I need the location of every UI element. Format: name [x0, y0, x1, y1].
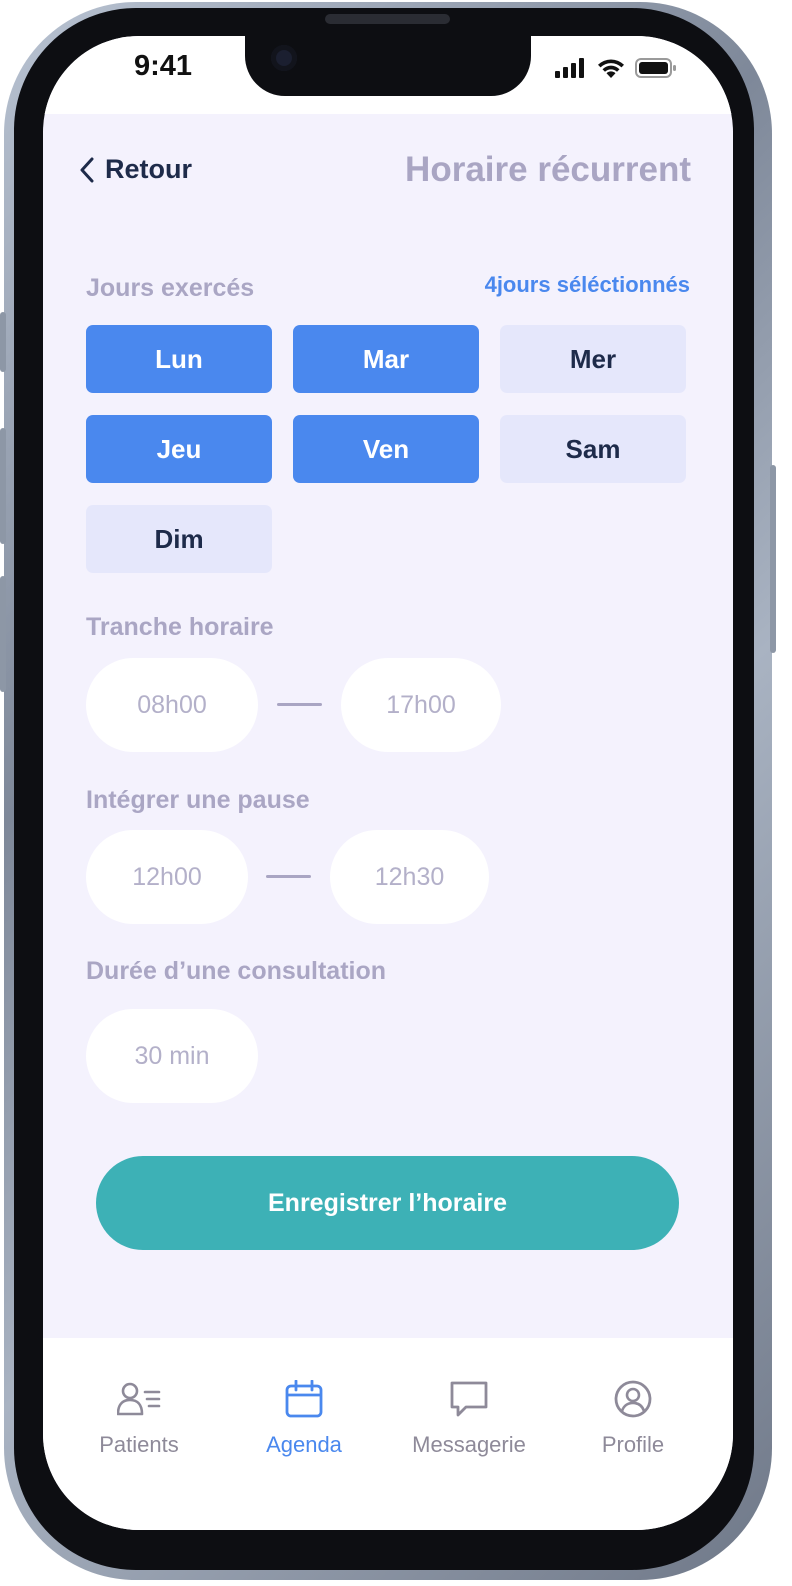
day-toggle-mar[interactable]: Mar	[293, 325, 479, 393]
pause-label: Intégrer une pause	[86, 786, 310, 814]
speaker-grille	[325, 14, 450, 24]
consultation-duration-label: Durée d’une consultation	[86, 957, 387, 985]
cellular-signal-icon	[555, 58, 584, 78]
tab-profile-label: Profile	[601, 1432, 665, 1457]
status-icons	[555, 58, 677, 78]
user-circle-icon	[614, 1380, 652, 1418]
tab-patients[interactable]: Patients	[59, 1380, 219, 1458]
tab-messagerie[interactable]: Messagerie	[389, 1380, 549, 1458]
pause-start-input[interactable]: 12h00	[86, 830, 248, 924]
back-label: Retour	[105, 154, 192, 184]
wifi-icon	[598, 59, 624, 78]
power-button	[770, 465, 776, 653]
time-range-label: Tranche horaire	[86, 613, 274, 641]
app-screen: 9:41 Retour Horaire récurrent Jours exer…	[43, 36, 733, 1530]
battery-icon	[635, 58, 676, 78]
tab-bar: Patients Agenda Messagerie Profile	[43, 1338, 733, 1530]
front-camera	[271, 45, 297, 71]
selected-days-count: 4jours séléctionnés	[484, 272, 690, 297]
consultation-duration-input[interactable]: 30 min	[86, 1009, 258, 1103]
start-time-input[interactable]: 08h00	[86, 658, 258, 752]
day-toggle-ven[interactable]: Ven	[293, 415, 479, 483]
page-title: Horaire récurrent	[405, 150, 691, 189]
back-button[interactable]: Retour	[79, 154, 192, 185]
pause-end-input[interactable]: 12h30	[330, 830, 489, 924]
tab-patients-label: Patients	[99, 1432, 179, 1457]
day-toggle-lun[interactable]: Lun	[86, 325, 272, 393]
tab-messagerie-label: Messagerie	[412, 1432, 526, 1457]
volume-down-button	[0, 576, 6, 692]
calendar-icon	[285, 1380, 323, 1418]
status-time: 9:41	[134, 50, 193, 82]
day-toggle-sam[interactable]: Sam	[500, 415, 686, 483]
save-schedule-button[interactable]: Enregistrer l’horaire	[96, 1156, 679, 1250]
days-section-label: Jours exercés	[86, 274, 255, 302]
action-button	[0, 312, 6, 372]
tab-agenda-label: Agenda	[266, 1432, 342, 1457]
end-time-input[interactable]: 17h00	[341, 658, 501, 752]
tab-agenda[interactable]: Agenda	[224, 1380, 384, 1458]
tab-profile[interactable]: Profile	[553, 1380, 713, 1458]
chevron-left-icon	[80, 157, 94, 182]
chat-bubble-icon	[450, 1381, 488, 1417]
volume-up-button	[0, 428, 6, 544]
pause-separator	[266, 875, 311, 878]
patients-icon	[117, 1382, 161, 1416]
day-toggle-dim[interactable]: Dim	[86, 505, 272, 573]
range-separator	[277, 703, 322, 706]
day-toggle-mer[interactable]: Mer	[500, 325, 686, 393]
day-toggle-jeu[interactable]: Jeu	[86, 415, 272, 483]
